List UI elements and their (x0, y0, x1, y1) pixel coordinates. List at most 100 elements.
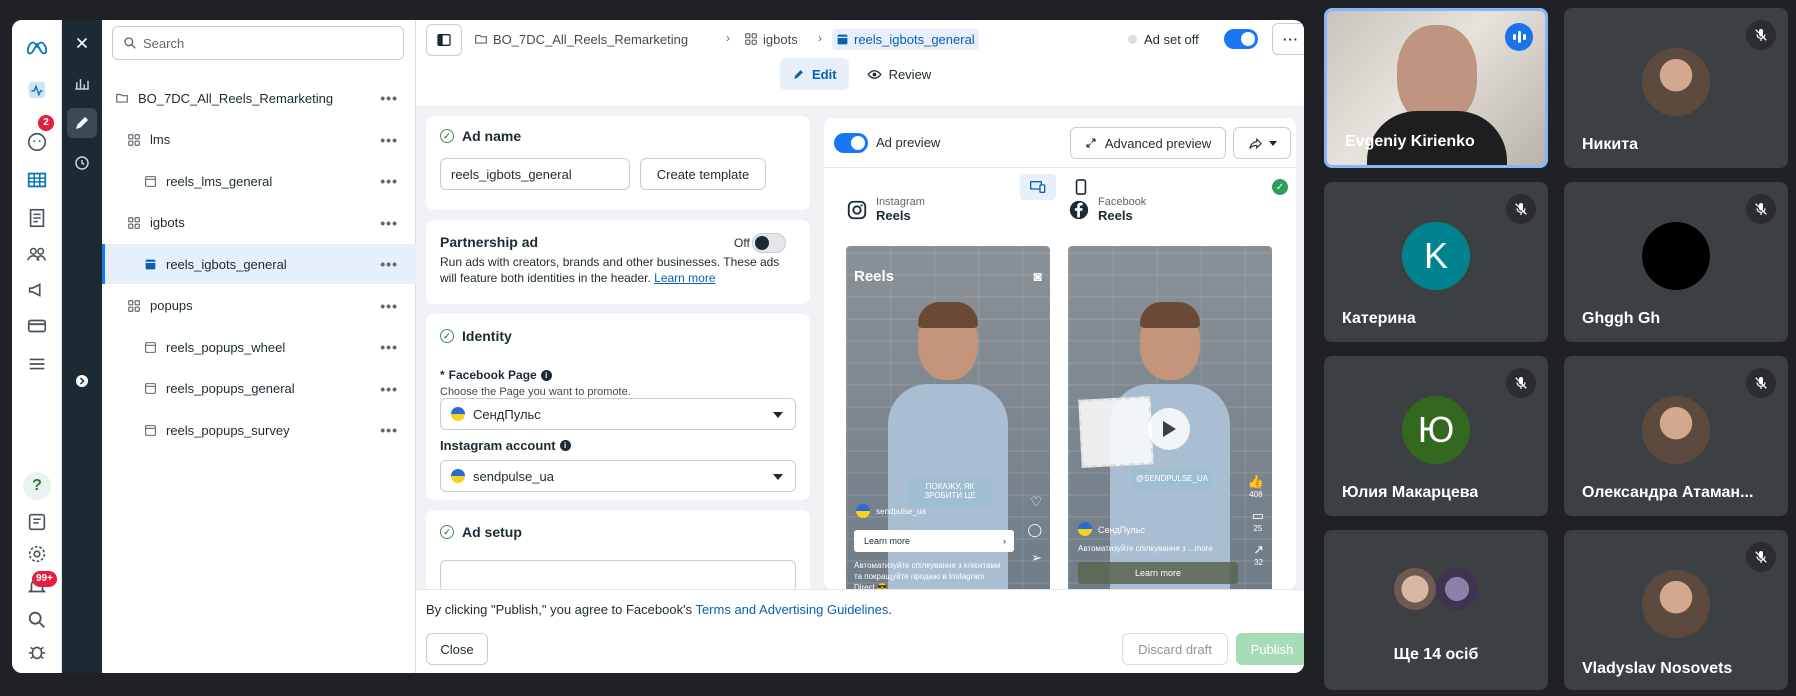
editor-footer: By clicking "Publish," you agree to Face… (416, 589, 1304, 673)
search-icon[interactable] (23, 606, 51, 634)
facebook-page-help: Choose the Page you want to promote. (440, 386, 631, 398)
more-dots-icon[interactable]: ••• (380, 132, 398, 148)
campaigns-table-icon[interactable] (23, 166, 51, 194)
mic-off-icon (1506, 194, 1536, 224)
terms-link[interactable]: Terms and Advertising Guidelines (695, 602, 888, 617)
share-menu-button[interactable] (1233, 127, 1291, 159)
facebook-page-select[interactable]: СендПульс (440, 398, 796, 430)
play-icon[interactable] (1148, 408, 1190, 450)
chart-icon[interactable] (67, 68, 97, 98)
check-circle-icon: ✓ (440, 525, 454, 539)
mic-off-icon (1746, 20, 1776, 50)
reports-icon[interactable] (23, 204, 51, 232)
fb-page-avatar-icon (1078, 522, 1092, 536)
instagram-account-label: Instagram account i (440, 438, 571, 453)
participant-avatar (1642, 48, 1710, 116)
tree-item-ad[interactable]: reels_popups_general ••• (102, 369, 416, 409)
tree-item-label: reels_lms_general (166, 173, 273, 189)
help-icon[interactable]: ? (23, 472, 51, 500)
activity-icon[interactable] (23, 76, 51, 104)
adset-toggle[interactable] (1224, 29, 1258, 49)
device-desktop-button[interactable] (1020, 174, 1056, 200)
breadcrumb-campaign[interactable]: BO_7DC_All_Reels_Remarketing (474, 20, 688, 58)
tree-item-adset[interactable]: popups ••• (102, 286, 416, 326)
more-dots-icon[interactable]: ••• (380, 422, 398, 438)
more-dots-icon[interactable]: ••• (380, 215, 398, 231)
feedback-icon[interactable] (23, 508, 51, 536)
tree-item-adset[interactable]: igbots ••• (102, 203, 416, 243)
alerts-badge: 99+ (32, 571, 57, 587)
ads-manager-window: 2 ? 99+ Search BO_7DC_All_Reels_Remarket… (12, 20, 1304, 673)
participant-tile[interactable]: Ghggh Gh (1564, 182, 1788, 342)
check-circle-icon: ✓ (440, 129, 454, 143)
chat-icon[interactable] (23, 128, 51, 156)
mic-off-icon (1746, 194, 1776, 224)
tree-item-adset[interactable]: lms ••• (102, 120, 416, 160)
more-dots-icon[interactable]: ••• (380, 381, 398, 397)
more-dots-icon[interactable]: ••• (380, 298, 398, 314)
participant-tile[interactable]: Ю Юлия Макарцева (1324, 356, 1548, 516)
expand-chevron-icon[interactable] (67, 366, 97, 396)
participant-tile[interactable]: Evgeniy Kirienko (1324, 8, 1548, 168)
toggle-panel-button[interactable] (426, 24, 462, 56)
tree-item-ad[interactable]: reels_igbots_general ••• (102, 244, 416, 284)
tree-item-ad[interactable]: reels_popups_wheel ••• (102, 327, 416, 367)
participant-tile[interactable]: Олександра Атаман... (1564, 356, 1788, 516)
tree-item-ad[interactable]: reels_lms_general ••• (102, 161, 416, 201)
sidebar-toggle-icon (437, 34, 451, 46)
audiences-icon[interactable] (23, 240, 51, 268)
adset-grid-icon (126, 298, 142, 314)
more-dots-icon[interactable]: ••• (380, 256, 398, 272)
participant-tile[interactable]: K Катерина (1324, 182, 1548, 342)
more-options-button[interactable]: ··· (1272, 23, 1304, 55)
partnership-toggle[interactable] (752, 233, 786, 253)
ad-setup-card: ✓ Ad setup (426, 510, 810, 589)
ad-setup-select[interactable] (440, 560, 796, 589)
learn-more-link[interactable]: Learn more (654, 271, 715, 285)
close-button[interactable]: Close (426, 633, 488, 665)
info-icon: i (559, 440, 571, 451)
participant-tile[interactable]: Ще 14 осіб (1324, 530, 1548, 690)
breadcrumb-adset[interactable]: igbots (744, 20, 798, 58)
breadcrumb-ad[interactable]: reels_igbots_general (832, 20, 979, 58)
instagram-reels-preview[interactable]: Reels ◙ ПОКАЖУ, ЯК ЗРОБИТИ ЦЕ sendpulse_… (846, 246, 1050, 589)
like-icon: 👍 408 (1247, 474, 1264, 499)
close-icon[interactable] (67, 28, 97, 58)
preview-ok-icon: ✓ (1272, 179, 1288, 195)
billing-card-icon[interactable] (23, 312, 51, 340)
tab-review[interactable]: Review (855, 58, 944, 90)
ad-name-input[interactable]: reels_igbots_general (440, 158, 630, 190)
folder-icon (475, 34, 487, 44)
more-dots-icon[interactable]: ••• (380, 173, 398, 189)
ig-learn-more-button[interactable]: Learn more › (854, 530, 1014, 552)
facebook-reels-preview[interactable]: @SENDPULSE_UA СендПульс Автоматизуйте сп… (1068, 246, 1272, 589)
mic-off-icon (1746, 542, 1776, 572)
tree-search-input[interactable]: Search (112, 26, 404, 60)
fb-learn-more-button[interactable]: Learn more (1078, 562, 1238, 584)
create-template-button[interactable]: Create template (640, 158, 766, 190)
edit-pencil-icon[interactable] (67, 108, 97, 138)
instagram-account-select[interactable]: sendpulse_ua (440, 460, 796, 492)
megaphone-icon[interactable] (23, 276, 51, 304)
menu-icon[interactable] (23, 350, 51, 378)
participant-tile[interactable]: Vladyslav Nosovets (1564, 530, 1788, 690)
eye-icon (867, 69, 882, 79)
participant-name: Катерина (1342, 310, 1416, 327)
settings-gear-icon[interactable] (23, 540, 51, 568)
participant-tile[interactable]: Никита (1564, 8, 1788, 168)
bug-icon[interactable] (23, 638, 51, 666)
ad-preview-toggle[interactable] (834, 133, 868, 153)
editor-topbar: BO_7DC_All_Reels_Remarketing › igbots › … (416, 20, 1304, 58)
tree-item-label: popups (150, 298, 193, 313)
tree-item-ad[interactable]: reels_popups_survey ••• (102, 410, 416, 450)
discard-draft-button[interactable]: Discard draft (1122, 633, 1228, 665)
publish-button[interactable]: Publish (1236, 633, 1304, 665)
tree-item-label: reels_popups_general (166, 381, 295, 396)
advanced-preview-button[interactable]: Advanced preview (1070, 127, 1226, 159)
meta-logo-icon[interactable] (23, 34, 51, 62)
more-dots-icon[interactable]: ••• (380, 339, 398, 355)
tab-edit[interactable]: Edit (780, 58, 849, 90)
tree-item-campaign[interactable]: BO_7DC_All_Reels_Remarketing ••• (102, 78, 416, 118)
history-clock-icon[interactable] (67, 148, 97, 178)
more-dots-icon[interactable]: ••• (380, 90, 398, 106)
